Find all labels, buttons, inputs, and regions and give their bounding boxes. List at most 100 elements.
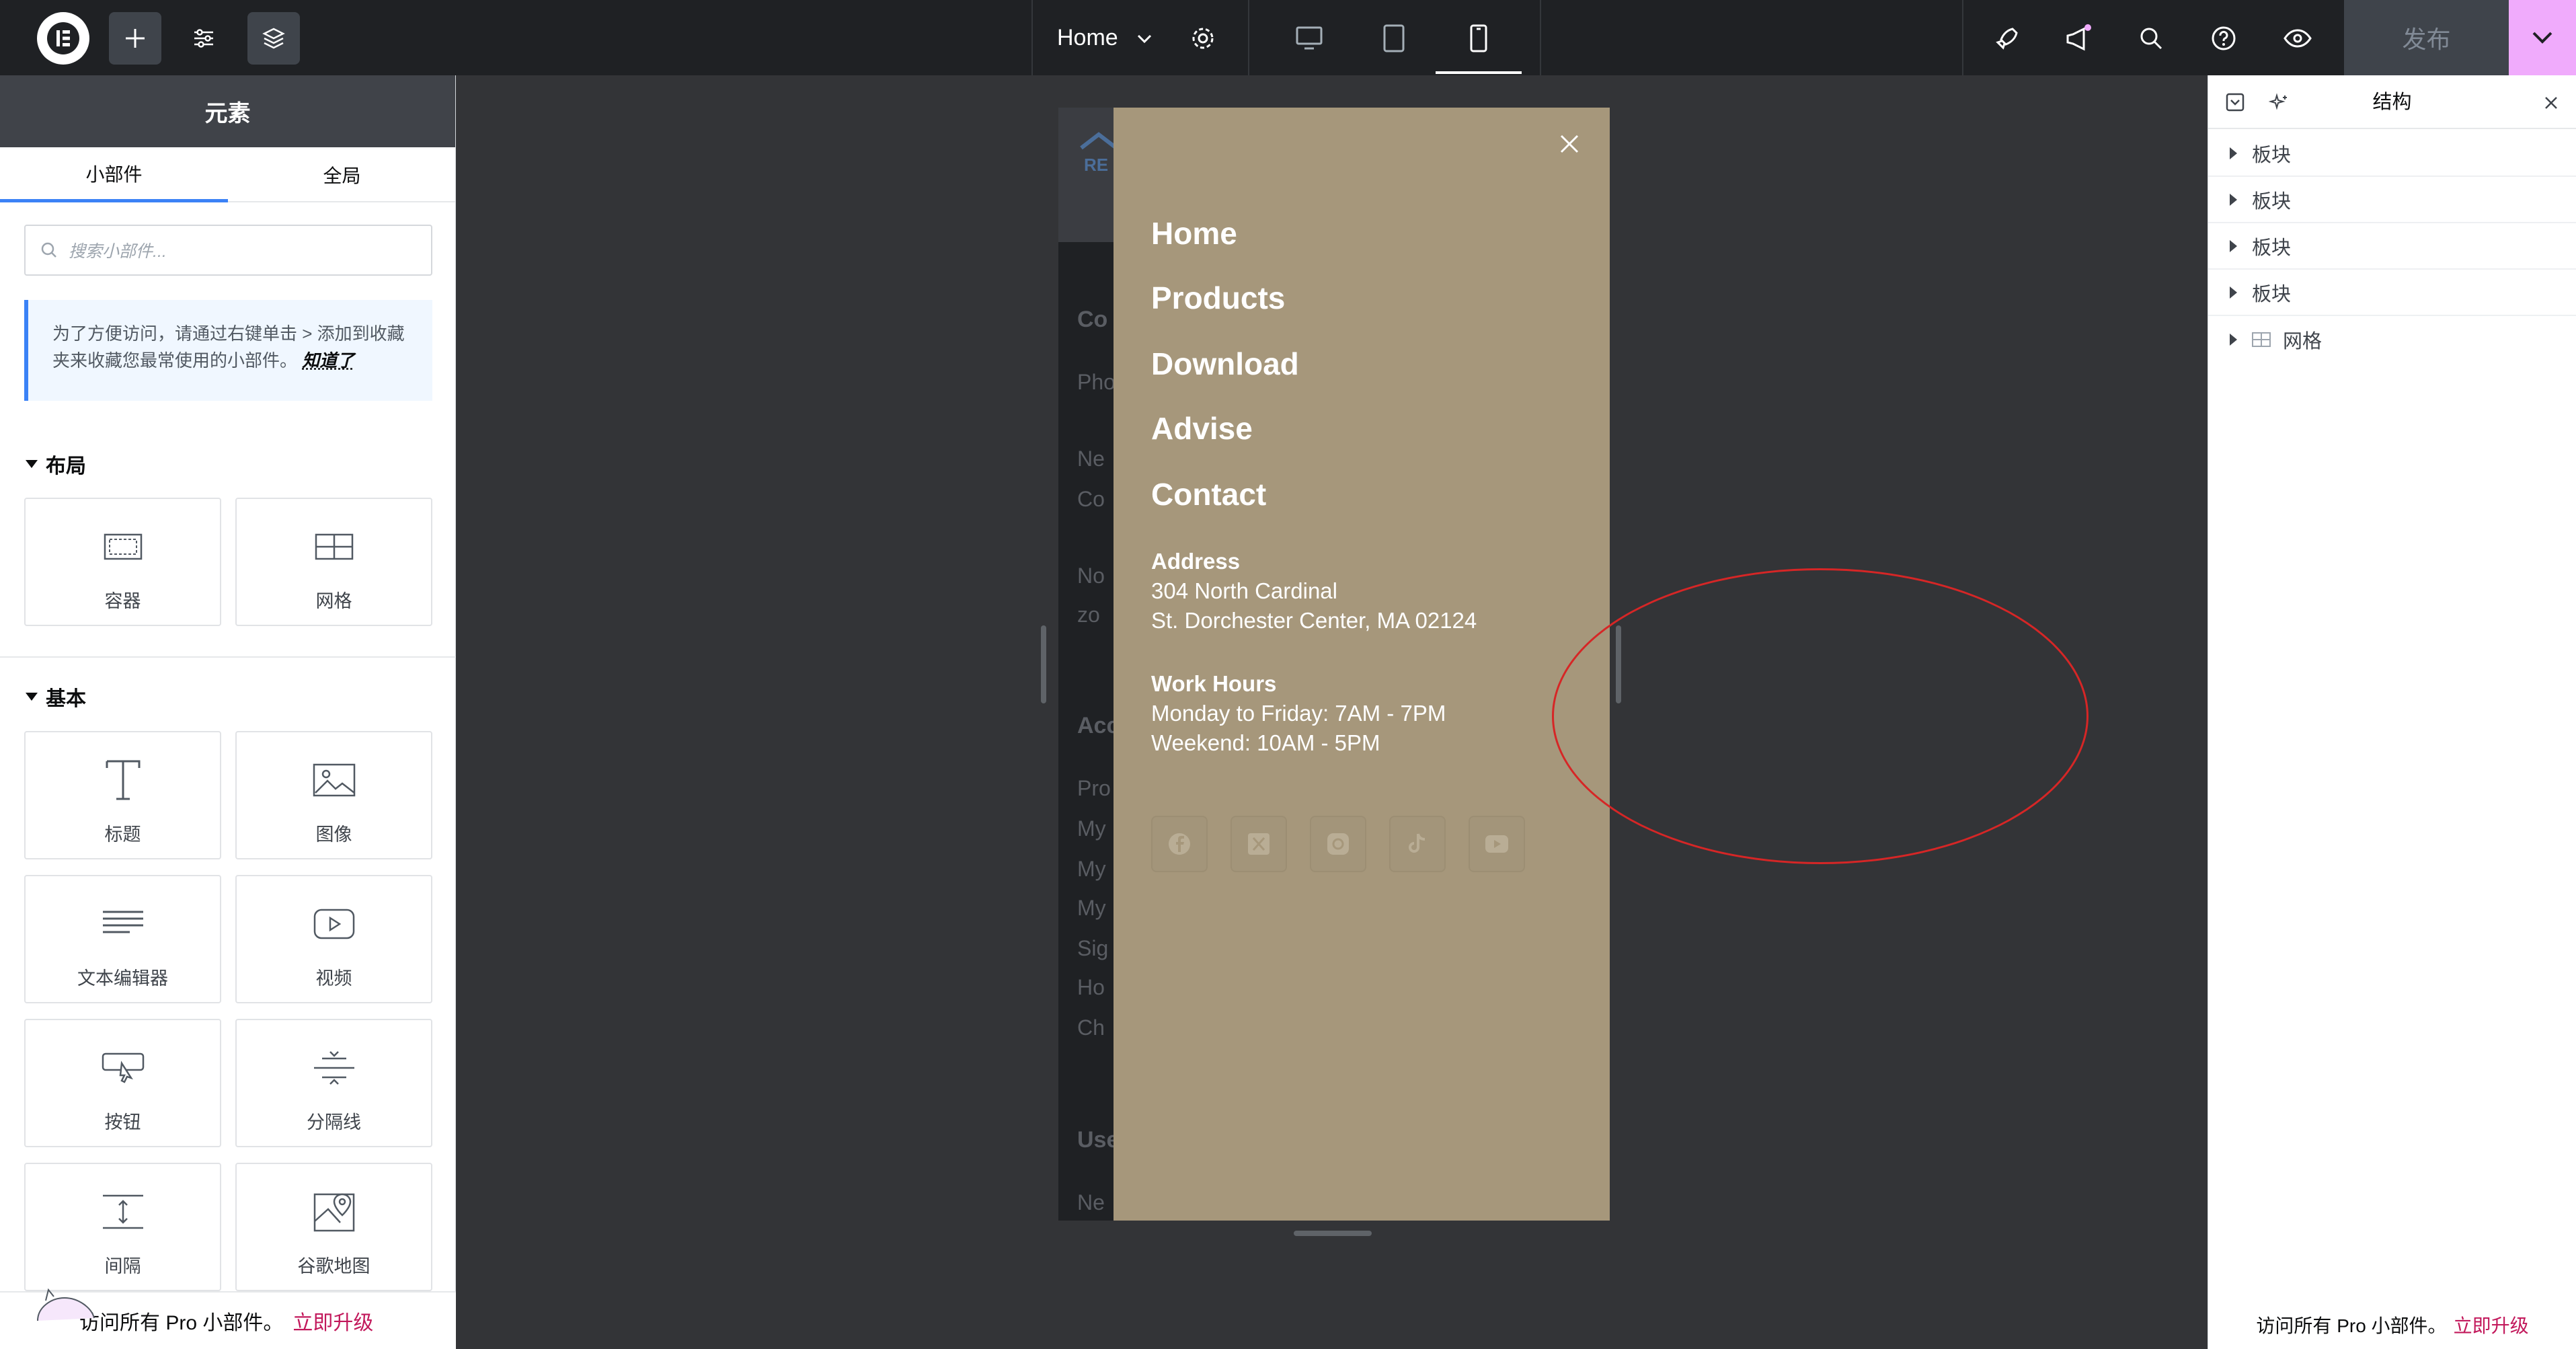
caret-right-icon bbox=[2230, 333, 2237, 346]
bg-text: My bbox=[1077, 896, 1106, 920]
tab-global[interactable]: 全局 bbox=[228, 147, 456, 202]
hours-line: Weekend: 10AM - 5PM bbox=[1151, 730, 1380, 755]
menu-item-home[interactable]: Home bbox=[1151, 215, 1237, 252]
panel-tabs: 小部件 全局 bbox=[0, 147, 455, 202]
resize-handle-left[interactable] bbox=[1041, 625, 1046, 703]
tiktok-icon bbox=[1409, 833, 1426, 853]
structure-item-label: 板块 bbox=[2252, 237, 2292, 259]
address-line: St. Dorchester Center, MA 02124 bbox=[1151, 608, 1477, 633]
widget-label: 文本编辑器 bbox=[77, 968, 168, 989]
search-icon bbox=[41, 242, 56, 258]
publish-options-button[interactable] bbox=[2509, 0, 2576, 75]
category-basic[interactable]: 基本 bbox=[26, 682, 86, 711]
category-title: 基本 bbox=[46, 688, 86, 710]
structure-item-label: 板块 bbox=[2252, 144, 2292, 166]
category-layout[interactable]: 布局 bbox=[26, 449, 86, 479]
social-facebook[interactable] bbox=[1151, 816, 1208, 872]
site-settings-button[interactable] bbox=[178, 12, 230, 65]
widget-spacer[interactable]: 间隔 bbox=[24, 1163, 221, 1291]
structure-item-section[interactable]: 板块 bbox=[2208, 223, 2576, 270]
spacer-icon bbox=[102, 1194, 143, 1229]
bg-text: Ne bbox=[1077, 447, 1105, 471]
divider bbox=[0, 656, 456, 658]
close-icon[interactable] bbox=[2544, 95, 2559, 110]
hours-line: Monday to Friday: 7AM - 7PM bbox=[1151, 701, 1446, 726]
structure-item-grid[interactable]: 网格 bbox=[2208, 316, 2576, 362]
structure-item-label: 板块 bbox=[2252, 283, 2292, 305]
widget-divider[interactable]: 分隔线 bbox=[235, 1019, 432, 1147]
facebook-icon bbox=[1169, 833, 1190, 855]
widget-text-editor[interactable]: 文本编辑器 bbox=[24, 875, 221, 1003]
elementor-logo-icon[interactable] bbox=[37, 12, 89, 65]
upsell-text: 访问所有 Pro 小部件。 bbox=[79, 1312, 284, 1334]
resize-handle-bottom[interactable] bbox=[1294, 1231, 1372, 1236]
publish-button[interactable]: 发布 bbox=[2344, 0, 2509, 75]
upgrade-link[interactable]: 立即升级 bbox=[2454, 1311, 2529, 1338]
desktop-view-button[interactable] bbox=[1283, 12, 1335, 65]
bg-text: Ne bbox=[1077, 1190, 1105, 1215]
widget-label: 按钮 bbox=[104, 1112, 141, 1132]
caret-right-icon bbox=[2230, 193, 2237, 206]
mobile-view-button[interactable] bbox=[1452, 12, 1505, 65]
social-instagram[interactable] bbox=[1310, 816, 1366, 872]
menu-item-download[interactable]: Download bbox=[1151, 346, 1299, 382]
container-icon bbox=[104, 533, 142, 560]
preview-button[interactable] bbox=[2271, 12, 2324, 65]
page-name-dropdown[interactable]: Home bbox=[1057, 0, 1153, 75]
social-x[interactable] bbox=[1231, 816, 1287, 872]
tablet-view-button[interactable] bbox=[1368, 12, 1420, 65]
close-icon[interactable] bbox=[1557, 132, 1582, 156]
page-name: Home bbox=[1057, 25, 1118, 50]
help-button[interactable] bbox=[2197, 12, 2250, 65]
search-icon bbox=[2140, 28, 2162, 50]
gear-icon bbox=[1192, 28, 1214, 49]
social-tiktok[interactable] bbox=[1389, 816, 1446, 872]
video-icon bbox=[313, 909, 354, 939]
image-icon bbox=[313, 763, 355, 797]
add-element-button[interactable] bbox=[109, 12, 161, 65]
structure-panel: 结构 板块 板块 板块 板块 网格 访问所有 Pro 小部件。 立即升级 bbox=[2208, 75, 2576, 1349]
mobile-icon bbox=[1470, 24, 1487, 52]
x-icon bbox=[1248, 833, 1270, 855]
hours-title: Work Hours bbox=[1151, 671, 1277, 696]
page-settings-button[interactable] bbox=[1177, 12, 1229, 65]
widget-grid[interactable]: 网格 bbox=[235, 498, 432, 626]
bg-text: zo bbox=[1077, 603, 1100, 627]
widget-google-maps[interactable]: 谷歌地图 bbox=[235, 1163, 432, 1291]
widget-image[interactable]: 图像 bbox=[235, 731, 432, 859]
structure-item-section[interactable]: 板块 bbox=[2208, 177, 2576, 223]
menu-item-contact[interactable]: Contact bbox=[1151, 476, 1266, 512]
structure-item-label: 网格 bbox=[2283, 330, 2323, 352]
widget-button[interactable]: 按钮 bbox=[24, 1019, 221, 1147]
bg-text: My bbox=[1077, 816, 1106, 841]
widget-label: 网格 bbox=[315, 591, 352, 611]
grid-icon bbox=[315, 533, 353, 560]
widget-container[interactable]: 容器 bbox=[24, 498, 221, 626]
structure-item-section[interactable]: 板块 bbox=[2208, 130, 2576, 177]
bg-text: Pho bbox=[1077, 370, 1116, 394]
megaphone-icon bbox=[2066, 24, 2091, 51]
bg-text: No bbox=[1077, 564, 1105, 588]
widget-heading[interactable]: 标题 bbox=[24, 731, 221, 859]
notice-dismiss-link[interactable]: 知道了 bbox=[302, 350, 354, 371]
widget-label: 谷歌地图 bbox=[297, 1256, 370, 1276]
structure-layers-button[interactable] bbox=[247, 12, 300, 65]
widget-label: 标题 bbox=[104, 824, 141, 845]
structure-item-section[interactable]: 板块 bbox=[2208, 270, 2576, 316]
category-title: 布局 bbox=[46, 455, 86, 477]
widget-video[interactable]: 视频 bbox=[235, 875, 432, 1003]
chevron-down-icon bbox=[2532, 32, 2552, 44]
bg-text: Sig bbox=[1077, 936, 1109, 960]
tab-widgets[interactable]: 小部件 bbox=[0, 147, 228, 202]
menu-item-advise[interactable]: Advise bbox=[1151, 410, 1253, 447]
upgrade-link[interactable]: 立即升级 bbox=[292, 1306, 373, 1336]
widget-search-input[interactable]: 搜索小部件... bbox=[24, 225, 432, 276]
instagram-icon bbox=[1327, 833, 1349, 855]
tablet-icon bbox=[1383, 24, 1405, 52]
desktop-icon bbox=[1296, 26, 1323, 50]
launchpad-button[interactable] bbox=[1981, 12, 2033, 65]
search-button[interactable] bbox=[2125, 12, 2177, 65]
menu-item-products[interactable]: Products bbox=[1151, 280, 1285, 316]
whats-new-button[interactable] bbox=[2052, 12, 2105, 65]
social-youtube[interactable] bbox=[1469, 816, 1525, 872]
